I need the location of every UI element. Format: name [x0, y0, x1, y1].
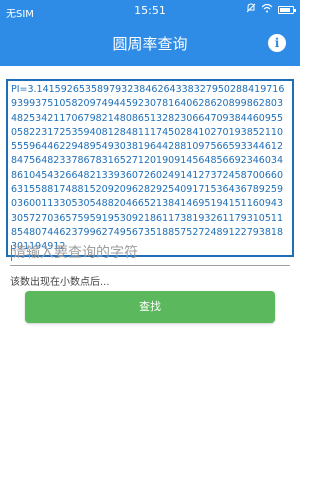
- mute-icon: [246, 3, 256, 16]
- battery-icon: [278, 5, 296, 14]
- result-label: 该数出现在小数点后...: [10, 277, 110, 288]
- status-icons: [246, 3, 296, 16]
- wifi-icon: [261, 3, 273, 16]
- search-input[interactable]: [10, 240, 290, 266]
- status-bar: 无SIM 15:51: [0, 0, 300, 22]
- page-title: 圆周率查询: [112, 35, 188, 53]
- search-button[interactable]: 查找: [25, 291, 275, 323]
- app-bar: 圆周率查询 i: [0, 22, 300, 66]
- pi-display-box[interactable]: PI=3.14159265358979323846264338327950288…: [6, 79, 294, 257]
- info-icon[interactable]: i: [268, 34, 286, 52]
- text-cursor: [11, 245, 12, 261]
- pi-digits-text: PI=3.14159265358979323846264338327950288…: [11, 84, 285, 253]
